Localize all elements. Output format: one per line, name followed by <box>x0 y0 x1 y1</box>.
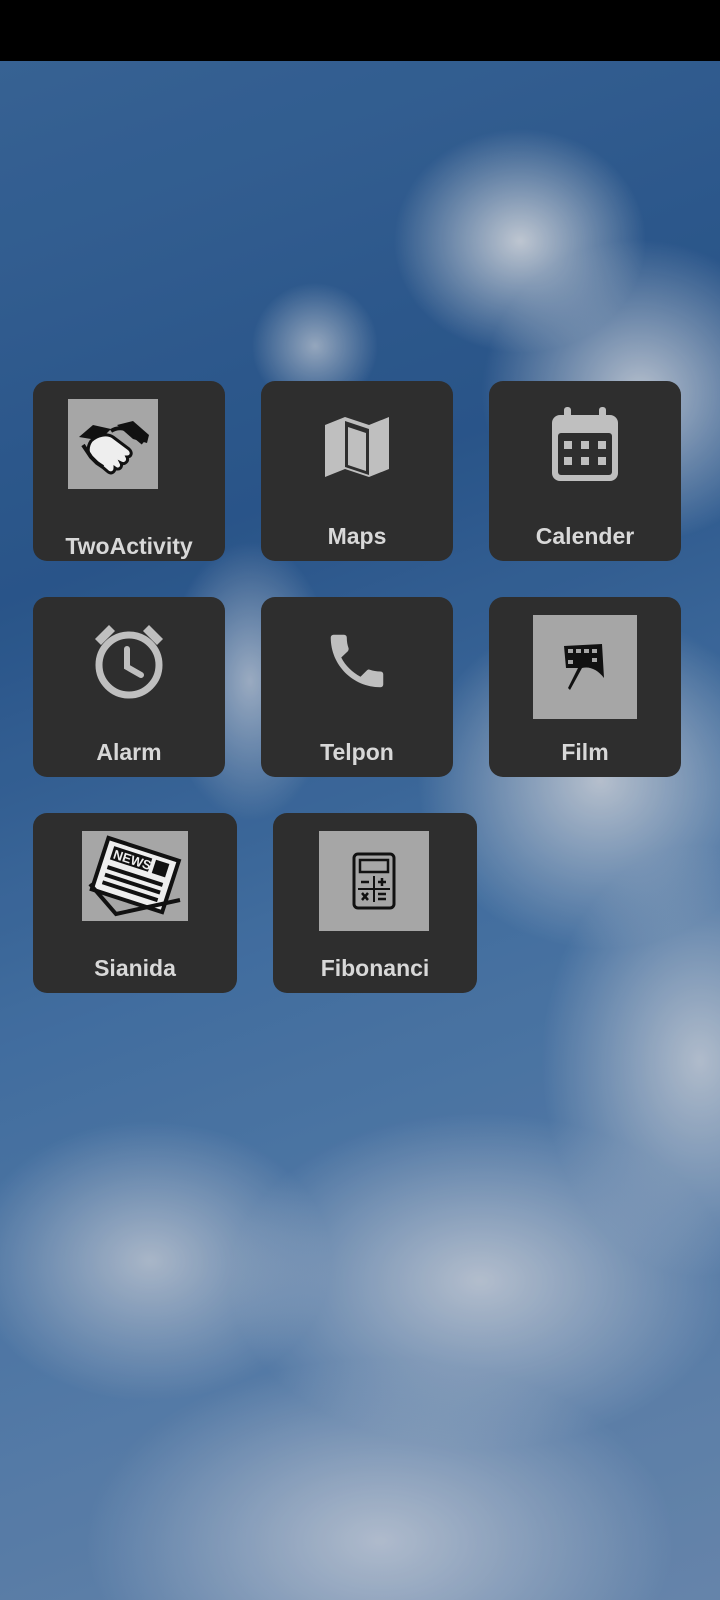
app-tile-film[interactable]: Film <box>489 597 681 777</box>
app-label: Calender <box>535 523 635 549</box>
app-tile-sianida[interactable]: NEWS Sianida <box>33 813 237 993</box>
status-bar <box>0 0 720 61</box>
app-label: Maps <box>327 523 387 549</box>
map-icon <box>317 407 397 487</box>
app-tile-alarm[interactable]: Alarm <box>33 597 225 777</box>
app-label: Telpon <box>320 739 394 765</box>
calculator-icon <box>319 831 429 931</box>
app-label: Fibonanci <box>320 955 430 981</box>
app-tile-telpon[interactable]: Telpon <box>261 597 453 777</box>
app-label: Alarm <box>96 739 162 765</box>
phone-icon <box>317 621 397 701</box>
app-label: Sianida <box>94 955 176 981</box>
newspaper-icon: NEWS <box>82 831 188 921</box>
film-icon <box>533 615 637 719</box>
app-tile-calender[interactable]: Calender <box>489 381 681 561</box>
app-label: TwoActivity <box>65 533 193 559</box>
app-tile-twoactivity[interactable]: TwoActivity <box>33 381 225 561</box>
app-tile-fibonanci[interactable]: Fibonanci <box>273 813 477 993</box>
calendar-icon <box>545 403 625 485</box>
app-label: Film <box>561 739 609 765</box>
alarm-clock-icon <box>89 619 169 701</box>
handshake-icon <box>68 399 158 489</box>
app-tile-maps[interactable]: Maps <box>261 381 453 561</box>
